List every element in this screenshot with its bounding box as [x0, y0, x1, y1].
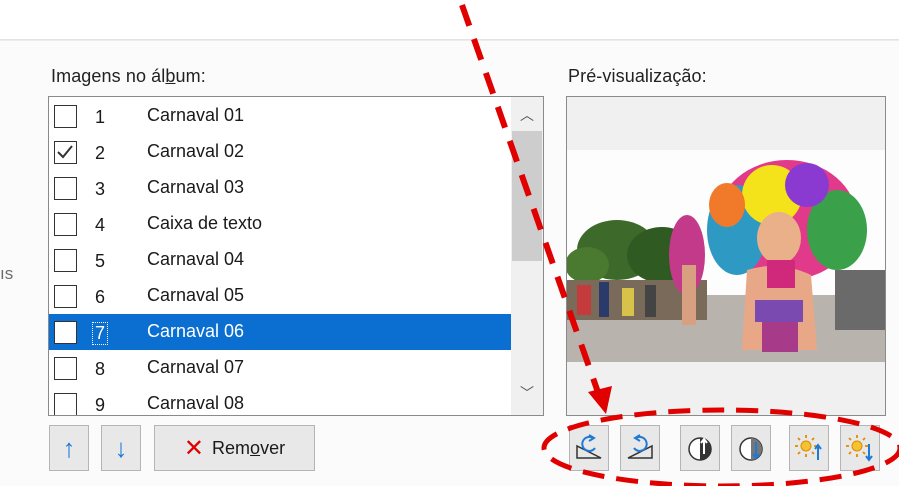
increase-contrast-button[interactable]	[680, 425, 720, 471]
decrease-brightness-icon	[846, 435, 873, 462]
decrease-contrast-button[interactable]	[731, 425, 771, 471]
list-item[interactable]: 6 Carnaval 05	[49, 278, 513, 314]
rotate-right-button[interactable]	[620, 425, 660, 471]
item-number: 8	[95, 359, 106, 379]
item-number: 4	[95, 215, 106, 235]
item-number: 3	[95, 179, 106, 199]
item-checkbox[interactable]	[54, 105, 77, 128]
clipped-label: ıs	[0, 264, 14, 283]
item-name: Carnaval 02	[147, 141, 245, 161]
item-number: 7	[91, 322, 109, 345]
move-down-button[interactable]: ↓	[101, 425, 141, 471]
remove-label: Remover	[212, 437, 286, 458]
item-name: Carnaval 08	[147, 393, 245, 413]
item-number: 5	[95, 251, 106, 271]
preview-label: Pré-visualização:	[568, 66, 707, 86]
album-images-list[interactable]: 9 Carnaval 08 8 Carnaval 07 7 Carnaval 06 6 Car…	[48, 96, 544, 416]
item-number: 9	[95, 395, 106, 415]
item-number: 2	[95, 143, 106, 163]
list-item[interactable]: 2 Carnaval 02	[49, 134, 513, 170]
increase-contrast-icon	[688, 437, 712, 461]
rotate-right-icon	[627, 434, 653, 459]
item-checkbox[interactable]	[54, 213, 77, 236]
list-item[interactable]: 1 Carnaval 01	[49, 98, 513, 134]
item-checkbox[interactable]	[54, 357, 77, 380]
item-name: Carnaval 06	[147, 321, 245, 341]
list-item[interactable]: 3 Carnaval 03	[49, 170, 513, 206]
top-strip	[0, 0, 899, 41]
increase-brightness-icon	[795, 435, 822, 460]
increase-brightness-button[interactable]	[789, 425, 829, 471]
remove-button[interactable]: ✕ Remover	[154, 425, 315, 471]
list-item[interactable]: 9 Carnaval 08	[49, 386, 513, 415]
move-up-button[interactable]: ↑	[49, 425, 89, 471]
item-checkbox[interactable]	[54, 141, 77, 164]
list-item[interactable]: 4 Caixa de texto	[49, 206, 513, 242]
list-item[interactable]: 5 Carnaval 04	[49, 242, 513, 278]
item-checkbox[interactable]	[54, 321, 77, 344]
item-number: 1	[95, 107, 106, 127]
item-checkbox[interactable]	[54, 285, 77, 308]
list-scrollbar[interactable]: ︿ ﹀	[511, 97, 543, 415]
scroll-thumb[interactable]	[512, 131, 542, 261]
preview-photo	[567, 150, 885, 362]
item-name: Caixa de texto	[147, 213, 263, 233]
item-checkbox[interactable]	[54, 393, 77, 415]
item-number: 6	[95, 287, 106, 307]
images-in-album-label: Imagens no álbum:	[51, 66, 206, 86]
arrow-down-icon: ↓	[114, 432, 128, 463]
list-item[interactable]: 7 Carnaval 06	[49, 314, 513, 350]
item-checkbox[interactable]	[54, 249, 77, 272]
arrow-up-icon: ↑	[62, 432, 76, 463]
list-item[interactable]: 8 Carnaval 07	[49, 350, 513, 386]
scroll-down-icon[interactable]: ﹀	[520, 383, 534, 403]
item-name: Carnaval 04	[147, 249, 245, 269]
preview-pane	[566, 96, 886, 416]
item-name: Carnaval 01	[147, 105, 245, 125]
item-name: Carnaval 05	[147, 285, 245, 305]
item-checkbox[interactable]	[54, 177, 77, 200]
dialog: ıs Imagens no álbum: Pré-visualização: 9…	[0, 0, 899, 486]
item-name: Carnaval 07	[147, 357, 245, 377]
item-name: Carnaval 03	[147, 177, 245, 197]
decrease-contrast-icon	[739, 437, 763, 461]
decrease-brightness-button[interactable]	[840, 425, 880, 471]
rotate-left-icon	[576, 434, 602, 459]
rotate-left-button[interactable]	[569, 425, 609, 471]
remove-x-icon: ✕	[183, 434, 205, 462]
scroll-up-icon[interactable]: ︿	[520, 105, 534, 125]
